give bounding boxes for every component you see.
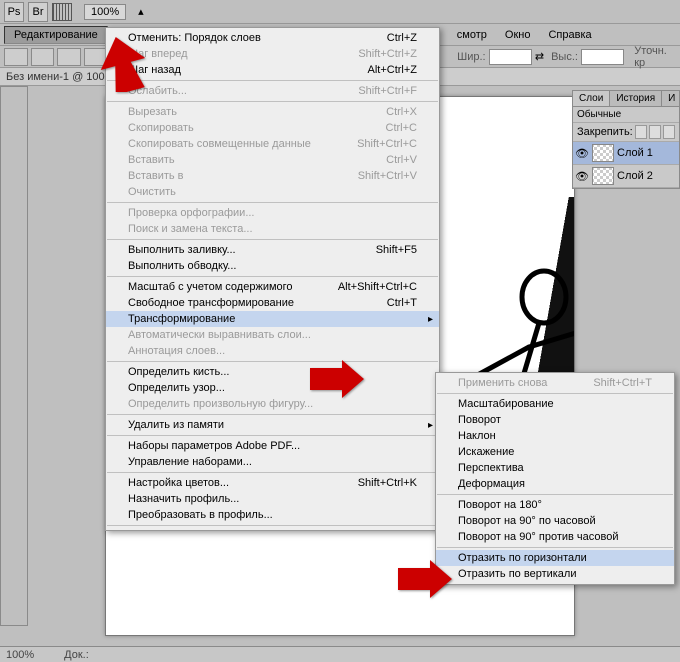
- lock-row: Закрепить:: [573, 123, 679, 142]
- menu-item[interactable]: Свободное трансформированиеCtrl+T: [106, 295, 439, 311]
- menu-window[interactable]: Окно: [496, 27, 540, 43]
- menu-item[interactable]: Шаг назадAlt+Ctrl+Z: [106, 62, 439, 78]
- menu-item: ВставитьCtrl+V: [106, 152, 439, 168]
- document-title: Без имени-1 @ 100: [6, 71, 105, 83]
- chevron-up-icon: ▴: [138, 5, 144, 18]
- selection-mode-2[interactable]: [57, 48, 81, 66]
- menu-item: Определить произвольную фигуру...: [106, 396, 439, 412]
- toolbox[interactable]: [0, 86, 28, 626]
- menu-item: Скопировать совмещенные данныеShift+Ctrl…: [106, 136, 439, 152]
- menu-item[interactable]: Управление наборами...: [106, 454, 439, 470]
- layer-row[interactable]: 👁 Слой 1: [573, 142, 679, 165]
- swap-icon[interactable]: ⇄: [535, 50, 544, 63]
- status-bar: 100% Док.:: [0, 646, 680, 662]
- menu-item[interactable]: Трансформирование▸: [106, 311, 439, 327]
- menu-item[interactable]: Поворот на 90° по часовой: [436, 513, 674, 529]
- height-label: Выс.:: [551, 51, 578, 63]
- height-field[interactable]: [581, 49, 624, 65]
- eye-icon[interactable]: 👁: [575, 169, 589, 183]
- layer-thumb: [592, 144, 614, 162]
- film-icon[interactable]: [52, 3, 72, 21]
- lock-label: Закрепить:: [577, 126, 633, 138]
- menu-item[interactable]: Деформация: [436, 476, 674, 492]
- layer-name[interactable]: Слой 1: [617, 147, 653, 159]
- tab-history[interactable]: История: [610, 91, 662, 106]
- menu-item[interactable]: Выполнить обводку...: [106, 258, 439, 274]
- menu-item[interactable]: Наборы параметров Adobe PDF...: [106, 438, 439, 454]
- menu-item[interactable]: Удалить из памяти▸: [106, 417, 439, 433]
- menu-item[interactable]: Поворот на 180°: [436, 497, 674, 513]
- menu-item[interactable]: Масштабирование: [436, 396, 674, 412]
- eye-icon[interactable]: 👁: [575, 146, 589, 160]
- menu-item[interactable]: Отменить: Порядок слоевCtrl+Z: [106, 30, 439, 46]
- chevron-right-icon: ▸: [428, 314, 433, 325]
- menu-item[interactable]: Поворот: [436, 412, 674, 428]
- menu-item: Вставить вShift+Ctrl+V: [106, 168, 439, 184]
- menu-item[interactable]: Наклон: [436, 428, 674, 444]
- menu-item[interactable]: Выполнить заливку...Shift+F5: [106, 242, 439, 258]
- menu-item: Автоматически выравнивать слои...: [106, 327, 439, 343]
- menu-item[interactable]: Преобразовать в профиль...: [106, 507, 439, 523]
- transform-submenu: Применить сноваShift+Ctrl+T Масштабирован…: [435, 372, 675, 585]
- menu-item: Ослабить...Shift+Ctrl+F: [106, 83, 439, 99]
- menu-item: Аннотация слоев...: [106, 343, 439, 359]
- menu-item: Поиск и замена текста...: [106, 221, 439, 237]
- lock-position-icon[interactable]: [663, 125, 675, 139]
- menu-item[interactable]: Назначить профиль...: [106, 491, 439, 507]
- zoom-value[interactable]: 100%: [84, 4, 126, 20]
- menu-item: Очистить: [106, 184, 439, 200]
- layer-name[interactable]: Слой 2: [617, 170, 653, 182]
- refine-label[interactable]: Уточн. кр: [634, 45, 676, 69]
- menu-item[interactable]: Масштаб с учетом содержимогоAlt+Shift+Ct…: [106, 279, 439, 295]
- menu-item: Проверка орфографии...: [106, 205, 439, 221]
- menu-item[interactable]: Перспектива: [436, 460, 674, 476]
- menu-help[interactable]: Справка: [539, 27, 600, 43]
- edit-dropdown-menu: Отменить: Порядок слоевCtrl+ZШаг впередS…: [105, 27, 440, 531]
- menu-item[interactable]: Определить узор...: [106, 380, 439, 396]
- chevron-right-icon: ▸: [428, 420, 433, 431]
- status-doc[interactable]: Док.:: [64, 649, 89, 661]
- menu-item[interactable]: Искажение: [436, 444, 674, 460]
- lock-transparency-icon[interactable]: [635, 125, 647, 139]
- blend-mode[interactable]: Обычные: [573, 107, 679, 123]
- app-icon[interactable]: Ps: [4, 2, 24, 22]
- menu-item: Применить сноваShift+Ctrl+T: [436, 375, 674, 391]
- menu-item: Шаг впередShift+Ctrl+Z: [106, 46, 439, 62]
- bridge-icon[interactable]: Br: [28, 2, 48, 22]
- selection-mode-3[interactable]: [84, 48, 108, 66]
- status-zoom[interactable]: 100%: [6, 649, 34, 661]
- lock-pixels-icon[interactable]: [649, 125, 661, 139]
- layer-row[interactable]: 👁 Слой 2: [573, 165, 679, 188]
- menu-item[interactable]: Настройка цветов...Shift+Ctrl+K: [106, 475, 439, 491]
- width-label: Шир.:: [457, 51, 485, 63]
- top-strip: Ps Br 100% ▴: [0, 0, 680, 24]
- tab-layers[interactable]: Слои: [573, 91, 610, 106]
- layer-thumb: [592, 167, 614, 185]
- width-field[interactable]: [489, 49, 532, 65]
- menu-edit[interactable]: Редактирование: [4, 26, 108, 44]
- menu-item: СкопироватьCtrl+C: [106, 120, 439, 136]
- menu-view[interactable]: смотр: [448, 27, 496, 43]
- menu-item[interactable]: Поворот на 90° против часовой: [436, 529, 674, 545]
- tool-preset[interactable]: [4, 48, 28, 66]
- menu-item[interactable]: Отразить по вертикали: [436, 566, 674, 582]
- menu-item[interactable]: Определить кисть...: [106, 364, 439, 380]
- menu-item[interactable]: Отразить по горизонтали: [436, 550, 674, 566]
- tab-info[interactable]: И: [662, 91, 680, 106]
- menu-item: ВырезатьCtrl+X: [106, 104, 439, 120]
- selection-mode-1[interactable]: [31, 48, 55, 66]
- layers-panel: Слои История И Обычные Закрепить: 👁 Слой…: [572, 90, 680, 189]
